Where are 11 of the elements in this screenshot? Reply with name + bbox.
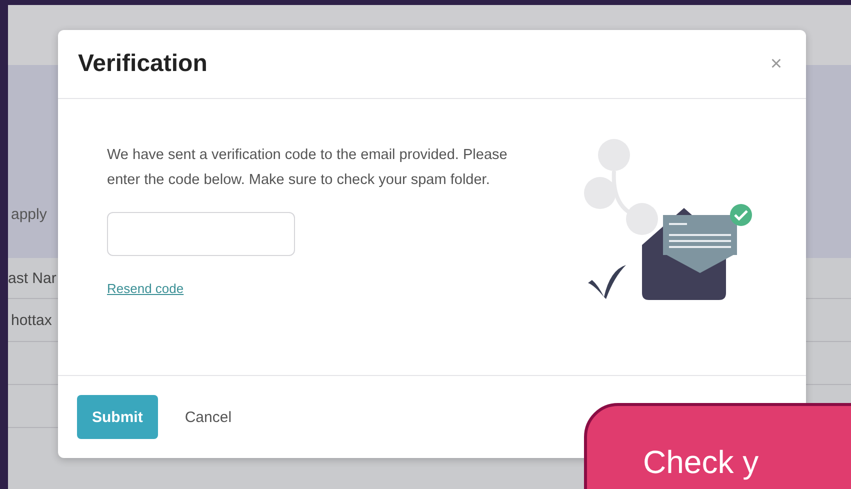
callout-text: Check y [643, 444, 759, 480]
table-cell-text: hottax [10, 312, 52, 328]
instruction-text: We have sent a verification code to the email provided. Please enter the code below. Make sure to check your spam folder. [107, 146, 508, 190]
close-button[interactable]: × [766, 52, 786, 76]
resend-code-link[interactable]: Resend code [107, 281, 184, 296]
column-header: ast Nar [8, 270, 56, 286]
cancel-button[interactable]: Cancel [170, 395, 247, 439]
code-input-field[interactable] [107, 212, 295, 256]
dialog-title: Verification [78, 50, 208, 78]
submit-button[interactable]: Submit [77, 395, 158, 439]
filter-label: apply [11, 206, 47, 223]
